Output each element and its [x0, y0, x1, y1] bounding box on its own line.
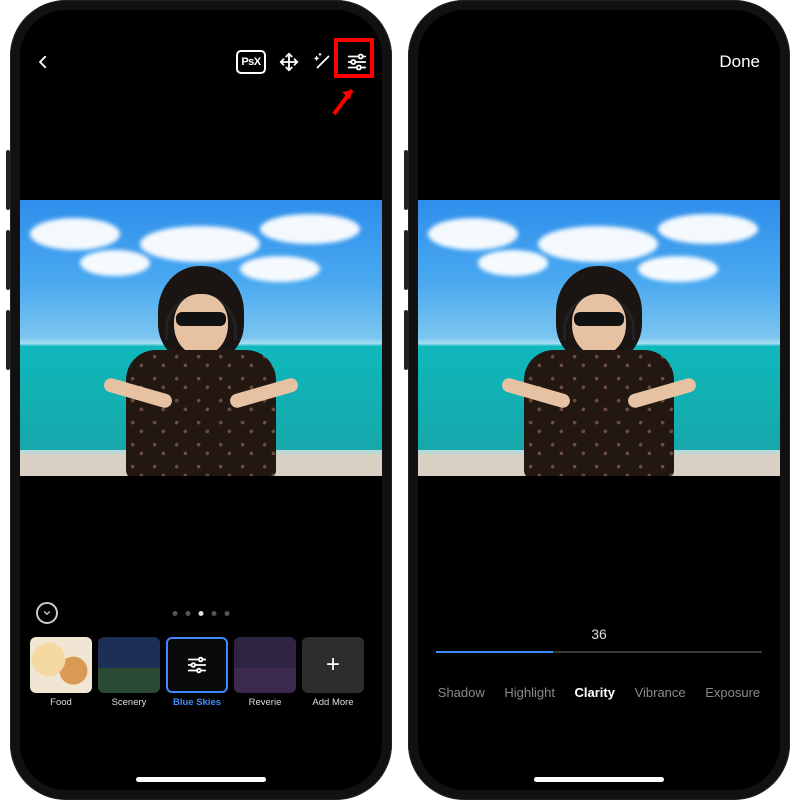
psx-label: PsX [241, 56, 260, 68]
filter-label: Scenery [112, 697, 147, 708]
filter-food[interactable]: Food [30, 637, 92, 708]
top-toolbar: Done [418, 40, 780, 84]
page-dot[interactable] [186, 611, 191, 616]
page-dot[interactable] [212, 611, 217, 616]
notch [116, 10, 286, 38]
filter-thumb [234, 637, 296, 693]
page-dots [173, 611, 230, 616]
adjust-slider[interactable] [436, 642, 762, 662]
notch [514, 10, 684, 38]
filter-label: Food [50, 697, 72, 708]
page-dot[interactable] [199, 611, 204, 616]
plus-icon: + [326, 651, 340, 679]
expand-filters-button[interactable] [36, 602, 58, 624]
move-icon[interactable] [278, 51, 300, 73]
filter-reverie[interactable]: Reverie [234, 637, 296, 708]
adjust-tab-exposure[interactable]: Exposure [705, 685, 760, 700]
filter-label: Add More [312, 697, 353, 708]
adjust-tabs: Shadow Highlight Clarity Vibrance Exposure [418, 685, 780, 700]
filter-label: Reverie [249, 697, 282, 708]
filter-thumb [166, 637, 228, 693]
adjust-tab-highlight[interactable]: Highlight [504, 685, 555, 700]
phone-right: Done [408, 0, 790, 800]
slider-value: 36 [418, 626, 780, 642]
filter-thumb [98, 637, 160, 693]
arrow-annotation [330, 82, 360, 121]
filter-addmore[interactable]: + Add More [302, 637, 364, 708]
filter-thumb [30, 637, 92, 693]
done-button[interactable]: Done [713, 48, 766, 76]
home-indicator[interactable] [534, 777, 664, 782]
home-indicator[interactable] [136, 777, 266, 782]
phone-left: PsX [10, 0, 392, 800]
filter-thumb: + [302, 637, 364, 693]
pager-row [20, 602, 382, 624]
filter-scenery[interactable]: Scenery [98, 637, 160, 708]
psx-button[interactable]: PsX [236, 50, 266, 74]
filters-row[interactable]: Food Scenery Blue Skies Reverie + Add More [20, 630, 382, 708]
magic-wand-icon[interactable] [312, 51, 334, 73]
page-dot[interactable] [225, 611, 230, 616]
photo-preview[interactable] [418, 200, 780, 476]
highlight-annotation [334, 38, 374, 78]
filter-label: Blue Skies [173, 697, 221, 708]
screen: Done [418, 10, 780, 790]
back-button[interactable] [34, 53, 52, 71]
photo-preview[interactable] [20, 200, 382, 476]
top-toolbar: PsX [20, 40, 382, 84]
adjust-tab-vibrance[interactable]: Vibrance [635, 685, 686, 700]
page-dot[interactable] [173, 611, 178, 616]
adjust-tab-shadow[interactable]: Shadow [438, 685, 485, 700]
adjust-tab-clarity[interactable]: Clarity [575, 685, 615, 700]
screen: PsX [20, 10, 382, 790]
filter-blueskies[interactable]: Blue Skies [166, 637, 228, 708]
